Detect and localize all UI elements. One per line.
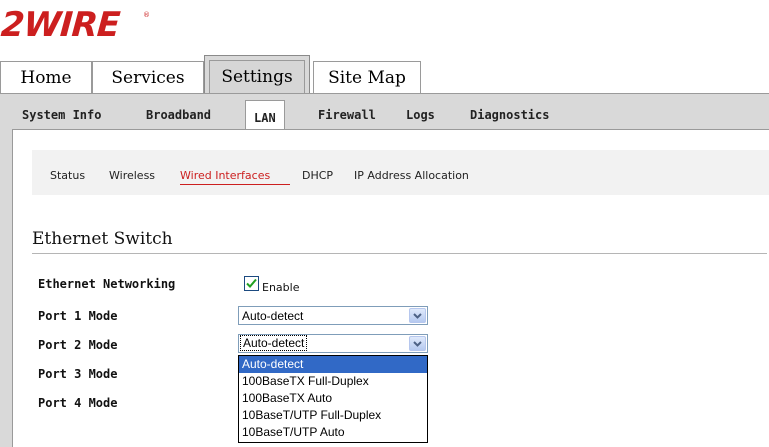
subnav-firewall[interactable]: Firewall: [318, 108, 376, 122]
chevron-down-icon[interactable]: [409, 336, 426, 351]
chevron-down-icon[interactable]: [409, 308, 426, 323]
lan-nav-status[interactable]: Status: [50, 169, 85, 182]
port4-mode-label: Port 4 Mode: [38, 396, 118, 410]
subnav-broadband[interactable]: Broadband: [146, 108, 211, 122]
port2-mode-label: Port 2 Mode: [38, 338, 118, 352]
port3-mode-label: Port 3 Mode: [38, 367, 118, 381]
enable-checkbox[interactable]: [244, 276, 259, 291]
dropdown-option[interactable]: 10BaseT/UTP Full-Duplex: [239, 407, 427, 424]
tab-home-label: Home: [20, 67, 72, 88]
dropdown-option[interactable]: 100BaseTX Auto: [239, 390, 427, 407]
dropdown-option[interactable]: Auto-detect: [239, 356, 427, 373]
tab-settings-label: Settings: [221, 67, 293, 87]
ethernet-networking-label: Ethernet Networking: [38, 277, 176, 291]
settings-subnav: System Info Broadband LAN Firewall Logs …: [0, 94, 769, 130]
port1-mode-label: Port 1 Mode: [38, 309, 118, 323]
enable-label: Enable: [262, 281, 300, 294]
lan-nav-dhcp[interactable]: DHCP: [302, 169, 333, 182]
tab-services[interactable]: Services: [92, 61, 204, 93]
top-tab-bar: Home Services Settings Site Map: [0, 55, 769, 93]
brand-logo: 2WIRE ®: [0, 5, 150, 45]
lan-nav-wired-interfaces[interactable]: Wired Interfaces: [180, 169, 270, 182]
tab-home[interactable]: Home: [0, 61, 92, 93]
port2-mode-value: Auto-detect: [239, 335, 308, 351]
port1-mode-select[interactable]: Auto-detect: [238, 306, 428, 325]
lan-nav-wireless[interactable]: Wireless: [109, 169, 155, 182]
tab-site-map[interactable]: Site Map: [313, 61, 421, 93]
checkmark-icon: [246, 278, 257, 288]
tab-site-map-label: Site Map: [328, 67, 406, 88]
section-divider: [32, 253, 767, 254]
subnav-lan[interactable]: LAN: [245, 100, 285, 130]
port2-mode-dropdown: Auto-detect 100BaseTX Full-Duplex 100Bas…: [238, 355, 428, 443]
subnav-system-info[interactable]: System Info: [22, 108, 101, 122]
logo-text: 2WIRE: [0, 5, 121, 45]
port1-mode-value: Auto-detect: [242, 309, 304, 323]
tab-services-label: Services: [111, 67, 185, 88]
dropdown-option[interactable]: 10BaseT/UTP Auto: [239, 424, 427, 441]
active-underline: [180, 184, 290, 185]
tab-settings[interactable]: Settings: [204, 55, 310, 93]
dropdown-option[interactable]: 100BaseTX Full-Duplex: [239, 373, 427, 390]
logo-registered-mark: ®: [143, 11, 150, 19]
subnav-logs[interactable]: Logs: [406, 108, 435, 122]
lan-nav-ip-address-allocation[interactable]: IP Address Allocation: [354, 169, 469, 182]
port2-mode-select[interactable]: Auto-detect: [238, 334, 428, 353]
subnav-diagnostics[interactable]: Diagnostics: [470, 108, 549, 122]
section-title: Ethernet Switch: [32, 229, 173, 249]
